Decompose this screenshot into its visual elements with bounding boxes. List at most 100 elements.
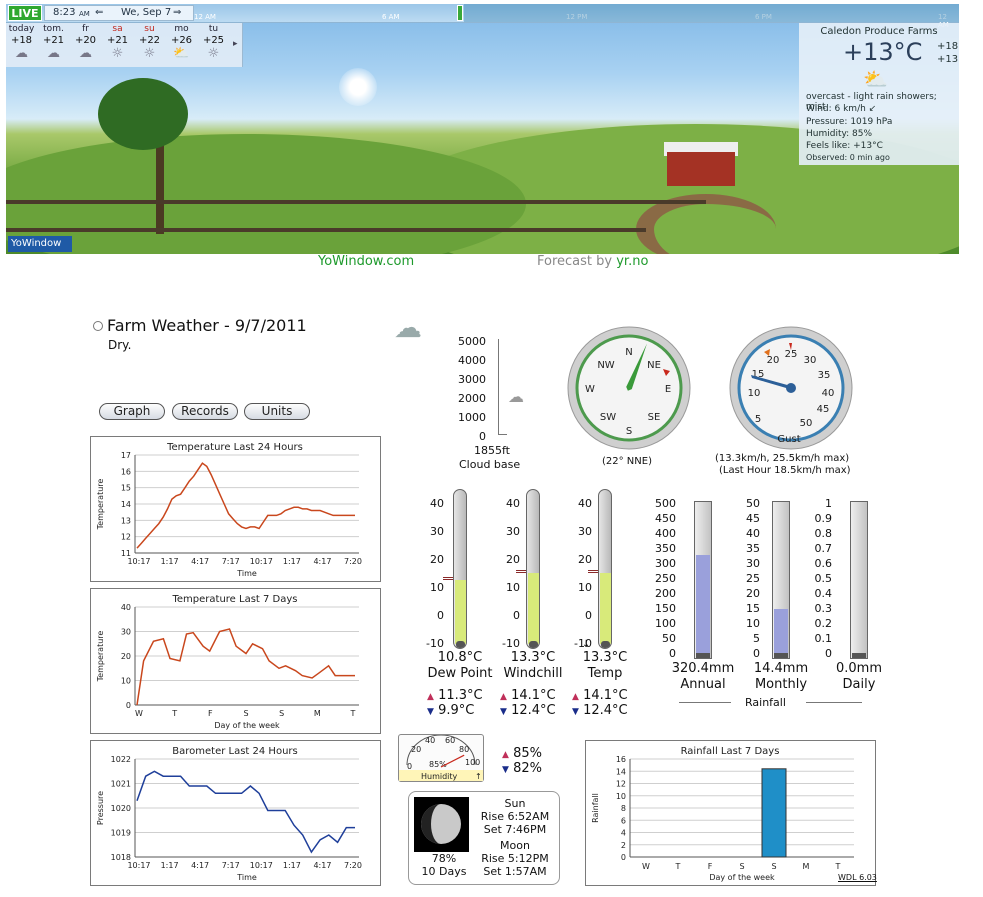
version-label[interactable]: WDL 6.03 <box>838 873 877 882</box>
rain-gauge-tick: 20 <box>746 587 760 600</box>
radio-button[interactable] <box>93 321 103 331</box>
rain-gauge-tick: 0.4 <box>814 587 833 600</box>
hill-graphic <box>6 134 526 254</box>
humidity-low: ▼ 82% <box>502 761 542 776</box>
x-tick-label: 7:17 <box>222 557 240 566</box>
series-line <box>136 462 355 549</box>
rain-gauge-tick: 1 <box>825 497 832 510</box>
forecast-day[interactable]: su +22 ☼ <box>134 23 165 67</box>
x-tick-label: 7:17 <box>222 861 240 870</box>
y-tick-label: 13 <box>121 516 131 525</box>
chart-title: Temperature Last 24 Hours <box>166 442 303 453</box>
time-ampm: AM <box>79 10 90 18</box>
yowindow-banner[interactable]: LIVE 8:23 AM ⇐ We, Sep 7 ⇒ 12 AM 6 AM 12… <box>6 4 959 254</box>
up-triangle-icon: ▲ <box>500 692 507 702</box>
up-triangle-icon: ▲ <box>502 750 509 760</box>
forecast-day[interactable]: tu +25 ☼ <box>198 23 229 67</box>
yowindow-link[interactable]: YoWindow.com <box>318 254 414 269</box>
forecast-day-name: today <box>8 24 35 34</box>
thermometer-marker <box>588 569 598 573</box>
sun-graphic <box>339 68 377 106</box>
gust-tick: 10 <box>748 388 761 399</box>
rain-gauge-tick: 300 <box>655 557 676 570</box>
y-tick-label: 0 <box>126 701 131 710</box>
x-tick-label: W <box>642 862 650 871</box>
cloudbase-label: Cloud base <box>459 458 521 471</box>
x-tick-label: 1:17 <box>283 861 301 870</box>
x-tick-label: 4:17 <box>191 861 209 870</box>
timeline-bar[interactable]: LIVE 8:23 AM ⇐ We, Sep 7 ⇒ 12 AM 6 AM 12… <box>6 4 959 29</box>
humidity-low-value: 82% <box>513 761 542 776</box>
forecast-day[interactable]: today +18 ☁ <box>6 23 37 67</box>
x-tick-label: 1:17 <box>161 861 179 870</box>
forecast-day[interactable]: tom. +21 ☁ <box>38 23 69 67</box>
temp-7d-panel: Temperature Last 7 Days 0 10 20 30 40 Temperat… <box>90 588 381 734</box>
trend-down-arrow-icon: ↓ <box>582 639 591 650</box>
rain-gauge-tick: 0 <box>825 647 832 660</box>
rain-gauge-tick: 50 <box>746 497 760 510</box>
compass-label: S <box>626 426 632 437</box>
rain-gauge-base <box>696 653 710 658</box>
forecast-day-name: tu <box>208 24 219 34</box>
humidity-high-value: 85% <box>513 746 542 761</box>
sun-title: Sun <box>504 797 526 810</box>
forecast-day[interactable]: fr +20 ☁ <box>70 23 101 67</box>
live-button[interactable]: LIVE <box>8 5 42 21</box>
x-tick-label: S <box>243 709 248 718</box>
graph-button[interactable]: Graph <box>99 403 165 420</box>
humidity-tick: 20 <box>411 745 421 754</box>
x-tick-label: 10:17 <box>127 557 150 566</box>
time-value: 8:23 <box>53 7 76 18</box>
rain-gauge-axis: 500 450 400 350 300 250 200 150 100 50 0 <box>646 496 676 661</box>
rain-gauge-tick: 0.1 <box>814 632 833 645</box>
weather-summary: Dry. <box>108 338 132 352</box>
yrno-link[interactable]: yr.no <box>616 254 648 269</box>
x-tick-label: S <box>771 862 776 871</box>
gust-tick: 20 <box>767 355 780 366</box>
records-button[interactable]: Records <box>172 403 238 420</box>
thermometer-tick: 30 <box>578 525 592 538</box>
cloud-icon: ☁ <box>394 311 422 344</box>
next-arrow-icon[interactable]: ⇒ <box>173 6 181 20</box>
rain-gauge-label: Daily <box>842 677 876 692</box>
compass-label: E <box>665 384 671 395</box>
forecast-strip[interactable]: today +18 ☁ tom. +21 ☁ fr +20 ☁ sa +21 ☼… <box>6 23 243 67</box>
humidity-tick: 40 <box>425 736 435 745</box>
sunset-time: Set 7:46PM <box>483 823 547 836</box>
thermometer-value: 13.3°C <box>582 650 628 665</box>
forecast-more-arrow-icon[interactable]: ▸ <box>233 39 238 49</box>
y-tick-label: 1021 <box>111 780 131 789</box>
gust-tick: 25 <box>785 349 798 360</box>
rain-gauge-tick: 0.2 <box>814 617 833 630</box>
forecast-high: +18 <box>937 41 959 52</box>
humidity-tick: 80 <box>459 745 469 754</box>
timeline-handle[interactable] <box>457 5 463 21</box>
gust-tick: 35 <box>818 370 831 381</box>
rain-gauge-tick: 0 <box>753 647 760 660</box>
units-button[interactable]: Units <box>244 403 310 420</box>
page-title: Farm Weather - 9/7/2011 <box>107 316 307 335</box>
y-tick-label: 1020 <box>111 804 131 813</box>
rain-gauge-label: Annual <box>680 677 726 692</box>
time-display[interactable]: 8:23 AM ⇐ We, Sep 7 ⇒ <box>44 5 194 21</box>
yowindow-logo[interactable]: YoWindow <box>8 236 72 252</box>
rain-gauge-label: Monthly <box>754 677 808 692</box>
forecast-day[interactable]: sa +21 ☼ <box>102 23 133 67</box>
rain-gauge-axis: 50 45 40 35 30 25 20 15 10 5 0 <box>730 496 760 661</box>
forecast-day[interactable]: mo +26 ⛅ <box>166 23 197 67</box>
sunrise-time: Rise 6:52AM <box>480 810 550 823</box>
cloudbase-tick: 2000 <box>458 392 486 405</box>
moon-age: 10 Days <box>421 865 467 878</box>
prev-arrow-icon[interactable]: ⇐ <box>95 6 103 20</box>
rain-gauge-base <box>852 653 866 658</box>
up-triangle-icon: ▲ <box>427 692 434 702</box>
y-tick-label: 12 <box>121 533 131 542</box>
y-tick-label: 2 <box>621 841 626 850</box>
x-tick-label: F <box>708 862 713 871</box>
rain-gauge-tick: 200 <box>655 587 676 600</box>
compass-label: N <box>625 347 632 358</box>
gust-detail-line1: (13.3km/h, 25.5km/h max) <box>715 453 850 464</box>
rain-gauge-tube <box>772 501 790 659</box>
rain-cloud-icon: ☁ <box>79 46 92 61</box>
x-tick-label: 1:17 <box>161 557 179 566</box>
